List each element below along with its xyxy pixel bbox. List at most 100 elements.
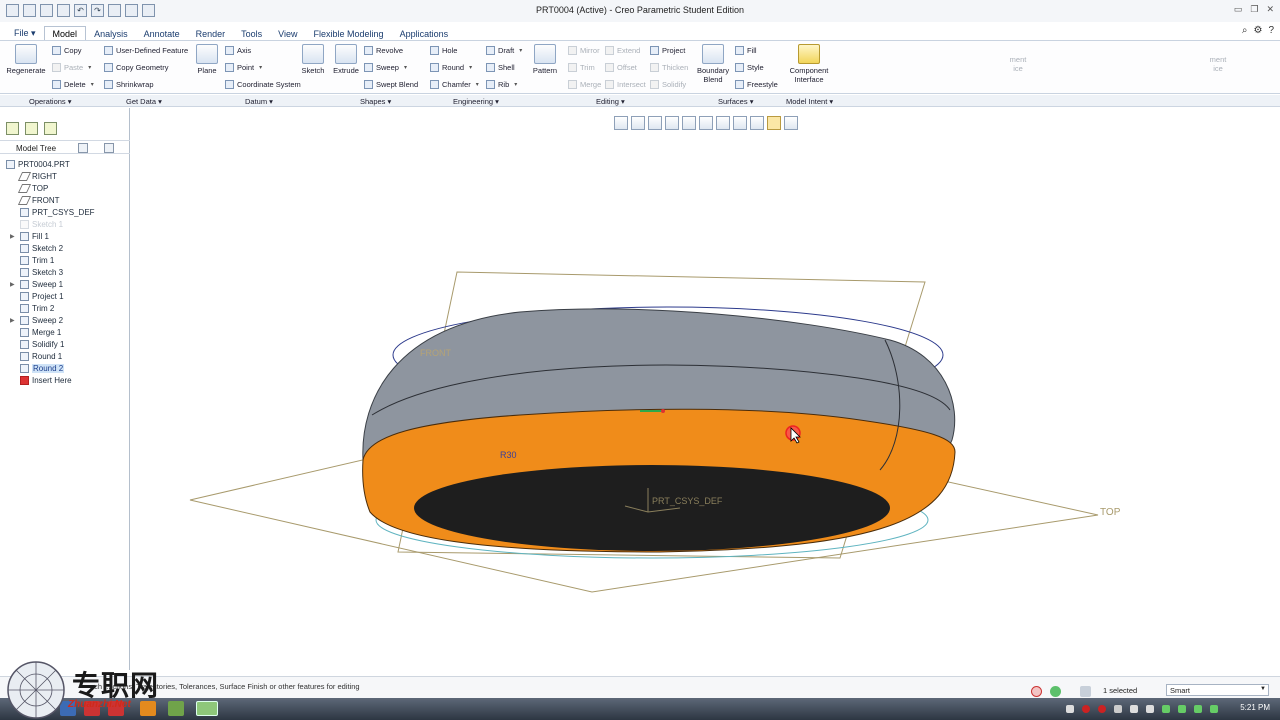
group-editing[interactable]: Editing ▾ bbox=[596, 97, 625, 106]
tree-item-csys[interactable]: PRT_CSYS_DEF bbox=[20, 206, 95, 218]
group-datum[interactable]: Datum ▾ bbox=[245, 97, 273, 106]
axis-button[interactable]: Axis bbox=[225, 46, 251, 55]
user-defined-feature-button[interactable]: User-Defined Feature bbox=[104, 46, 188, 55]
tree-item-insert-here[interactable]: Insert Here bbox=[20, 374, 72, 386]
mirror-button[interactable]: Mirror bbox=[568, 46, 600, 55]
tree-item-sketch-2[interactable]: Sketch 2 bbox=[20, 242, 63, 254]
tab-view[interactable]: View bbox=[270, 27, 305, 41]
tree-item-sketch-1[interactable]: Sketch 1 bbox=[20, 218, 63, 230]
sweep-button[interactable]: Sweep ▾ bbox=[364, 63, 407, 72]
regenerate-button[interactable]: Regenerate bbox=[6, 44, 46, 75]
tray-volume-icon[interactable] bbox=[1130, 705, 1138, 713]
shell-button[interactable]: Shell bbox=[486, 63, 515, 72]
tab-analysis[interactable]: Analysis bbox=[86, 27, 136, 41]
truncated-tool-2[interactable]: ment ice bbox=[1206, 55, 1230, 73]
tray-icon-3[interactable] bbox=[1114, 705, 1122, 713]
group-operations[interactable]: Operations ▾ bbox=[29, 97, 72, 106]
draft-button[interactable]: Draft ▾ bbox=[486, 46, 522, 55]
point-button[interactable]: Point ▾ bbox=[225, 63, 262, 72]
selection-filter[interactable]: Smart ▼ bbox=[1166, 684, 1269, 696]
expand-icon: ▶ bbox=[10, 233, 15, 240]
tab-model[interactable]: Model bbox=[43, 26, 87, 41]
settings-icon[interactable]: ⚙ bbox=[1253, 25, 1262, 36]
solidify-button[interactable]: Solidify bbox=[650, 80, 686, 89]
taskbar-creo-active[interactable] bbox=[196, 701, 218, 716]
minimize-icon[interactable]: ▭ bbox=[1234, 4, 1243, 15]
thicken-button[interactable]: Thicken bbox=[650, 63, 688, 72]
hole-button[interactable]: Hole bbox=[430, 46, 457, 55]
trim-button[interactable]: Trim bbox=[568, 63, 595, 72]
group-engineering[interactable]: Engineering ▾ bbox=[453, 97, 499, 106]
tab-applications[interactable]: Applications bbox=[392, 27, 457, 41]
tree-columns-icon[interactable] bbox=[104, 143, 114, 153]
tree-item-round-1[interactable]: Round 1 bbox=[20, 350, 62, 362]
tree-item-round-2[interactable]: Round 2 bbox=[20, 362, 65, 374]
tree-item-root[interactable]: PRT0004.PRT bbox=[6, 158, 70, 170]
tray-network-icon[interactable] bbox=[1146, 705, 1154, 713]
chamfer-button[interactable]: Chamfer ▾ bbox=[430, 80, 479, 89]
help-icon[interactable]: ? bbox=[1268, 25, 1274, 36]
extend-button[interactable]: Extend bbox=[605, 46, 640, 55]
merge-button[interactable]: Merge bbox=[568, 80, 601, 89]
file-menu[interactable]: File ▾ bbox=[6, 26, 44, 41]
freestyle-button[interactable]: Freestyle bbox=[735, 80, 778, 89]
tray-arrow-icon[interactable] bbox=[1066, 705, 1074, 713]
tree-item-right[interactable]: RIGHT bbox=[17, 170, 57, 182]
restore-icon[interactable]: ❐ bbox=[1250, 4, 1258, 15]
tree-settings-icon[interactable] bbox=[78, 143, 88, 153]
project-button[interactable]: Project bbox=[650, 46, 685, 55]
tree-item-trim-2[interactable]: Trim 2 bbox=[20, 302, 54, 314]
round-button[interactable]: Round ▾ bbox=[430, 63, 472, 72]
folder-browser-tab-icon[interactable] bbox=[44, 122, 57, 135]
close-icon[interactable]: ✕ bbox=[1266, 4, 1274, 15]
extrude-button[interactable]: Extrude bbox=[332, 44, 360, 75]
find-icon[interactable] bbox=[1080, 686, 1091, 697]
group-get-data[interactable]: Get Data ▾ bbox=[126, 97, 162, 106]
tab-tools[interactable]: Tools bbox=[233, 27, 270, 41]
sketch-button[interactable]: Sketch bbox=[300, 44, 326, 75]
plane-button[interactable]: Plane bbox=[194, 44, 220, 75]
stop-icon[interactable] bbox=[1031, 686, 1042, 697]
model-tree-tab-icon[interactable] bbox=[6, 122, 19, 135]
search-icon[interactable]: ⌕ bbox=[1242, 25, 1248, 36]
copy-geometry-button[interactable]: Copy Geometry bbox=[104, 63, 169, 72]
copy-button[interactable]: Copy bbox=[52, 46, 82, 55]
tree-item-sketch-3[interactable]: Sketch 3 bbox=[20, 266, 63, 278]
delete-button[interactable]: Delete ▾ bbox=[52, 80, 94, 89]
offset-button[interactable]: Offset bbox=[605, 63, 637, 72]
component-interface-button[interactable]: Component Interface bbox=[789, 44, 829, 84]
tab-annotate[interactable]: Annotate bbox=[136, 27, 188, 41]
revolve-button[interactable]: Revolve bbox=[364, 46, 403, 55]
shrinkwrap-button[interactable]: Shrinkwrap bbox=[104, 80, 154, 89]
tree-item-fill-1[interactable]: ▶ Fill 1 bbox=[10, 230, 49, 242]
tray-icon-2[interactable] bbox=[1098, 705, 1106, 713]
tree-item-trim-1[interactable]: Trim 1 bbox=[20, 254, 54, 266]
group-model-intent[interactable]: Model Intent ▾ bbox=[786, 97, 833, 106]
boundary-blend-button[interactable]: Boundary Blend bbox=[697, 44, 729, 84]
layer-tree-tab-icon[interactable] bbox=[25, 122, 38, 135]
tree-item-front[interactable]: FRONT bbox=[17, 194, 60, 206]
swept-blend-button[interactable]: Swept Blend bbox=[364, 80, 418, 89]
intersect-button[interactable]: Intersect bbox=[605, 80, 646, 89]
tree-item-merge-1[interactable]: Merge 1 bbox=[20, 326, 61, 338]
coordinate-system-button[interactable]: Coordinate System bbox=[225, 80, 301, 89]
tree-item-project-1[interactable]: Project 1 bbox=[20, 290, 64, 302]
rib-button[interactable]: Rib ▾ bbox=[486, 80, 517, 89]
freestyle-icon bbox=[735, 80, 744, 89]
pattern-button[interactable]: Pattern bbox=[530, 44, 560, 75]
tree-item-sweep-1[interactable]: ▶ Sweep 1 bbox=[10, 278, 63, 290]
tab-flexible-modeling[interactable]: Flexible Modeling bbox=[306, 27, 392, 41]
style-button[interactable]: Style bbox=[735, 63, 764, 72]
fill-button[interactable]: Fill bbox=[735, 46, 757, 55]
tree-item-top[interactable]: TOP bbox=[17, 182, 48, 194]
group-surfaces[interactable]: Surfaces ▾ bbox=[718, 97, 753, 106]
tree-item-sweep-2[interactable]: ▶ Sweep 2 bbox=[10, 314, 63, 326]
truncated-tool-1[interactable]: ment ice bbox=[1006, 55, 1030, 73]
tab-render[interactable]: Render bbox=[188, 27, 234, 41]
paste-button[interactable]: Paste ▾ bbox=[52, 63, 91, 72]
tree-item-solidify-1[interactable]: Solidify 1 bbox=[20, 338, 64, 350]
tray-record-icon[interactable] bbox=[1082, 705, 1090, 713]
shell-icon bbox=[486, 63, 495, 72]
graphics-area[interactable]: TOP FRONT PRT_CSYS_DEF R30 bbox=[131, 108, 1280, 670]
group-shapes[interactable]: Shapes ▾ bbox=[360, 97, 391, 106]
